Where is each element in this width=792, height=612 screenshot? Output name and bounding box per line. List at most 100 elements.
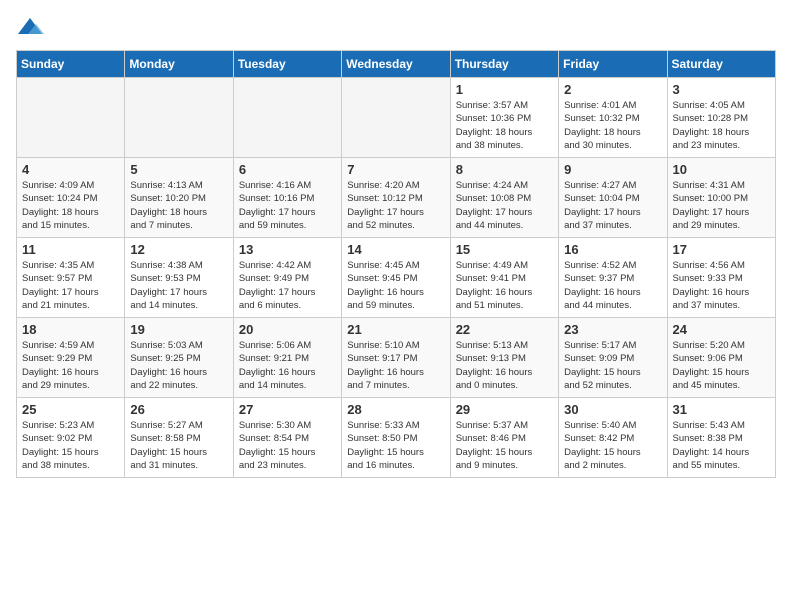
day-info: Sunrise: 5:20 AM Sunset: 9:06 PM Dayligh… <box>673 339 770 392</box>
calendar-cell: 4 Sunrise: 4:09 AM Sunset: 10:24 PM Dayli… <box>17 158 125 238</box>
day-info: Sunrise: 4:16 AM Sunset: 10:16 PM Daylig… <box>239 179 336 232</box>
calendar-cell: 30 Sunrise: 5:40 AM Sunset: 8:42 PM Dayli… <box>559 398 667 478</box>
calendar-cell: 8 Sunrise: 4:24 AM Sunset: 10:08 PM Dayli… <box>450 158 558 238</box>
calendar-cell: 1 Sunrise: 3:57 AM Sunset: 10:36 PM Dayli… <box>450 78 558 158</box>
calendar-cell: 9 Sunrise: 4:27 AM Sunset: 10:04 PM Dayli… <box>559 158 667 238</box>
day-number: 9 <box>564 162 661 177</box>
calendar-cell: 28 Sunrise: 5:33 AM Sunset: 8:50 PM Dayli… <box>342 398 450 478</box>
logo <box>16 16 48 38</box>
calendar-cell: 3 Sunrise: 4:05 AM Sunset: 10:28 PM Dayli… <box>667 78 775 158</box>
day-info: Sunrise: 4:01 AM Sunset: 10:32 PM Daylig… <box>564 99 661 152</box>
day-number: 26 <box>130 402 227 417</box>
calendar-cell <box>125 78 233 158</box>
day-number: 7 <box>347 162 444 177</box>
header-friday: Friday <box>559 51 667 78</box>
calendar-cell: 11Sunrise: 4:35 AM Sunset: 9:57 PM Dayli… <box>17 238 125 318</box>
calendar-cell: 12 Sunrise: 4:38 AM Sunset: 9:53 PM Dayli… <box>125 238 233 318</box>
day-number: 5 <box>130 162 227 177</box>
day-info: Sunrise: 4:56 AM Sunset: 9:33 PM Dayligh… <box>673 259 770 312</box>
day-number: 30 <box>564 402 661 417</box>
day-number: 4 <box>22 162 119 177</box>
calendar-cell: 16 Sunrise: 4:52 AM Sunset: 9:37 PM Dayli… <box>559 238 667 318</box>
calendar-week-4: 18Sunrise: 4:59 AM Sunset: 9:29 PM Dayli… <box>17 318 776 398</box>
header-saturday: Saturday <box>667 51 775 78</box>
day-number: 19 <box>130 322 227 337</box>
day-info: Sunrise: 4:05 AM Sunset: 10:28 PM Daylig… <box>673 99 770 152</box>
calendar-cell: 24 Sunrise: 5:20 AM Sunset: 9:06 PM Dayli… <box>667 318 775 398</box>
header-sunday: Sunday <box>17 51 125 78</box>
calendar-cell: 20 Sunrise: 5:06 AM Sunset: 9:21 PM Dayli… <box>233 318 341 398</box>
day-info: Sunrise: 4:49 AM Sunset: 9:41 PM Dayligh… <box>456 259 553 312</box>
day-number: 28 <box>347 402 444 417</box>
calendar-cell: 10 Sunrise: 4:31 AM Sunset: 10:00 PM Dayl… <box>667 158 775 238</box>
calendar-cell: 27 Sunrise: 5:30 AM Sunset: 8:54 PM Dayli… <box>233 398 341 478</box>
day-info: Sunrise: 4:45 AM Sunset: 9:45 PM Dayligh… <box>347 259 444 312</box>
day-number: 11 <box>22 242 119 257</box>
day-number: 8 <box>456 162 553 177</box>
day-info: Sunrise: 5:43 AM Sunset: 8:38 PM Dayligh… <box>673 419 770 472</box>
header-tuesday: Tuesday <box>233 51 341 78</box>
day-number: 3 <box>673 82 770 97</box>
calendar-cell: 17 Sunrise: 4:56 AM Sunset: 9:33 PM Dayli… <box>667 238 775 318</box>
day-number: 20 <box>239 322 336 337</box>
calendar-cell: 7 Sunrise: 4:20 AM Sunset: 10:12 PM Dayli… <box>342 158 450 238</box>
logo-icon <box>16 16 44 38</box>
calendar-cell: 25 Sunrise: 5:23 AM Sunset: 9:02 PM Dayli… <box>17 398 125 478</box>
calendar-cell: 15Sunrise: 4:49 AM Sunset: 9:41 PM Dayli… <box>450 238 558 318</box>
day-info: Sunrise: 5:23 AM Sunset: 9:02 PM Dayligh… <box>22 419 119 472</box>
day-info: Sunrise: 3:57 AM Sunset: 10:36 PM Daylig… <box>456 99 553 152</box>
day-info: Sunrise: 4:09 AM Sunset: 10:24 PM Daylig… <box>22 179 119 232</box>
day-number: 16 <box>564 242 661 257</box>
day-info: Sunrise: 5:27 AM Sunset: 8:58 PM Dayligh… <box>130 419 227 472</box>
day-number: 31 <box>673 402 770 417</box>
calendar-cell: 21Sunrise: 5:10 AM Sunset: 9:17 PM Dayli… <box>342 318 450 398</box>
calendar-cell: 18Sunrise: 4:59 AM Sunset: 9:29 PM Dayli… <box>17 318 125 398</box>
calendar-header-row: SundayMondayTuesdayWednesdayThursdayFrid… <box>17 51 776 78</box>
day-number: 25 <box>22 402 119 417</box>
calendar-cell <box>342 78 450 158</box>
day-info: Sunrise: 5:33 AM Sunset: 8:50 PM Dayligh… <box>347 419 444 472</box>
day-number: 18 <box>22 322 119 337</box>
day-number: 12 <box>130 242 227 257</box>
day-number: 17 <box>673 242 770 257</box>
header-thursday: Thursday <box>450 51 558 78</box>
calendar-cell <box>17 78 125 158</box>
day-info: Sunrise: 4:13 AM Sunset: 10:20 PM Daylig… <box>130 179 227 232</box>
day-info: Sunrise: 5:40 AM Sunset: 8:42 PM Dayligh… <box>564 419 661 472</box>
day-info: Sunrise: 5:10 AM Sunset: 9:17 PM Dayligh… <box>347 339 444 392</box>
calendar-cell <box>233 78 341 158</box>
day-number: 6 <box>239 162 336 177</box>
day-number: 13 <box>239 242 336 257</box>
day-number: 22 <box>456 322 553 337</box>
header-wednesday: Wednesday <box>342 51 450 78</box>
calendar-week-3: 11Sunrise: 4:35 AM Sunset: 9:57 PM Dayli… <box>17 238 776 318</box>
day-info: Sunrise: 4:38 AM Sunset: 9:53 PM Dayligh… <box>130 259 227 312</box>
calendar-week-1: 1 Sunrise: 3:57 AM Sunset: 10:36 PM Dayli… <box>17 78 776 158</box>
calendar-cell: 29 Sunrise: 5:37 AM Sunset: 8:46 PM Dayli… <box>450 398 558 478</box>
day-number: 10 <box>673 162 770 177</box>
day-number: 27 <box>239 402 336 417</box>
day-info: Sunrise: 4:52 AM Sunset: 9:37 PM Dayligh… <box>564 259 661 312</box>
day-number: 24 <box>673 322 770 337</box>
day-number: 14 <box>347 242 444 257</box>
day-info: Sunrise: 4:27 AM Sunset: 10:04 PM Daylig… <box>564 179 661 232</box>
calendar-cell: 23 Sunrise: 5:17 AM Sunset: 9:09 PM Dayli… <box>559 318 667 398</box>
day-info: Sunrise: 4:24 AM Sunset: 10:08 PM Daylig… <box>456 179 553 232</box>
day-info: Sunrise: 5:30 AM Sunset: 8:54 PM Dayligh… <box>239 419 336 472</box>
day-info: Sunrise: 4:31 AM Sunset: 10:00 PM Daylig… <box>673 179 770 232</box>
calendar-week-2: 4 Sunrise: 4:09 AM Sunset: 10:24 PM Dayli… <box>17 158 776 238</box>
calendar-cell: 13Sunrise: 4:42 AM Sunset: 9:49 PM Dayli… <box>233 238 341 318</box>
day-info: Sunrise: 5:06 AM Sunset: 9:21 PM Dayligh… <box>239 339 336 392</box>
day-info: Sunrise: 5:37 AM Sunset: 8:46 PM Dayligh… <box>456 419 553 472</box>
day-info: Sunrise: 4:20 AM Sunset: 10:12 PM Daylig… <box>347 179 444 232</box>
day-number: 29 <box>456 402 553 417</box>
day-number: 1 <box>456 82 553 97</box>
calendar-cell: 22Sunrise: 5:13 AM Sunset: 9:13 PM Dayli… <box>450 318 558 398</box>
calendar-cell: 31 Sunrise: 5:43 AM Sunset: 8:38 PM Dayli… <box>667 398 775 478</box>
header-monday: Monday <box>125 51 233 78</box>
day-info: Sunrise: 5:17 AM Sunset: 9:09 PM Dayligh… <box>564 339 661 392</box>
day-number: 23 <box>564 322 661 337</box>
calendar-cell: 26 Sunrise: 5:27 AM Sunset: 8:58 PM Dayli… <box>125 398 233 478</box>
calendar-cell: 14 Sunrise: 4:45 AM Sunset: 9:45 PM Dayli… <box>342 238 450 318</box>
calendar-week-5: 25 Sunrise: 5:23 AM Sunset: 9:02 PM Dayli… <box>17 398 776 478</box>
